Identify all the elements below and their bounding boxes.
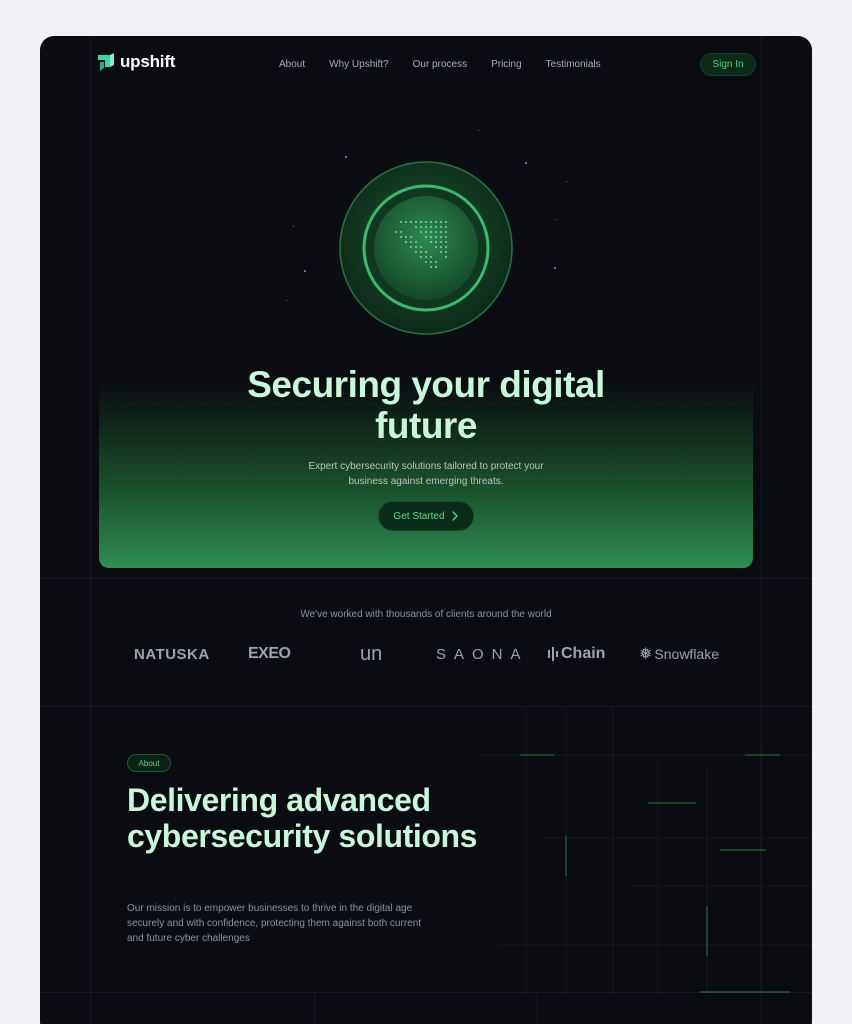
client-logo-saona: SAONA bbox=[436, 645, 529, 663]
get-started-label: Get Started bbox=[393, 510, 445, 522]
star-dot bbox=[304, 270, 306, 272]
client-logo-chain: Chain bbox=[548, 640, 605, 668]
get-started-button[interactable]: Get Started bbox=[378, 501, 474, 531]
nav-item-about[interactable]: About bbox=[279, 59, 305, 70]
client-logo-un: un bbox=[360, 642, 383, 665]
nav-item-why-upshift[interactable]: Why Upshift? bbox=[329, 59, 388, 70]
chain-logo-icon bbox=[548, 647, 558, 661]
client-logo-snowflake: ❅ Snowflake bbox=[639, 646, 719, 663]
client-logo-exeo: EXEO bbox=[248, 645, 291, 662]
security-orb-illustration bbox=[326, 151, 526, 348]
client-logo-natuska: NATUSKA bbox=[134, 645, 210, 663]
brand-logo[interactable]: upshift bbox=[96, 52, 175, 72]
about-text: Our mission is to empower businesses to … bbox=[127, 903, 422, 944]
star-dot bbox=[286, 300, 287, 301]
divider bbox=[40, 578, 812, 579]
client-logos: NATUSKA EXEO un SAONA Chain ❅ Snowflake bbox=[134, 640, 724, 668]
guide-line bbox=[90, 36, 91, 1024]
star-dot bbox=[293, 226, 294, 227]
hero-subtitle: Expert cybersecurity solutions tailored … bbox=[308, 461, 544, 487]
chevron-right-icon bbox=[451, 511, 458, 521]
snowflake-icon: ❅ bbox=[639, 646, 653, 663]
star-dot bbox=[478, 130, 479, 131]
star-dot bbox=[566, 181, 567, 182]
hero-title: Securing your digital future bbox=[247, 364, 605, 446]
about-badge: About bbox=[127, 754, 171, 772]
nav-item-our-process[interactable]: Our process bbox=[413, 59, 467, 70]
card-divider bbox=[314, 992, 315, 1024]
nav-item-testimonials[interactable]: Testimonials bbox=[546, 59, 601, 70]
card-divider bbox=[537, 992, 538, 1024]
upshift-logo-icon bbox=[98, 53, 114, 71]
page-frame: upshift About Why Upshift? Our process P… bbox=[40, 36, 812, 1024]
star-dot bbox=[556, 219, 557, 220]
sign-in-button[interactable]: Sign In bbox=[700, 53, 756, 76]
nav-item-pricing[interactable]: Pricing bbox=[491, 59, 522, 70]
main-nav: About Why Upshift? Our process Pricing T… bbox=[279, 59, 601, 70]
grid-lines-illustration bbox=[480, 706, 812, 996]
brand-name: upshift bbox=[120, 52, 176, 71]
clients-caption: We've worked with thousands of clients a… bbox=[300, 609, 552, 620]
about-title: Delivering advanced cybersecurity soluti… bbox=[127, 782, 478, 854]
star-dot bbox=[554, 267, 556, 269]
